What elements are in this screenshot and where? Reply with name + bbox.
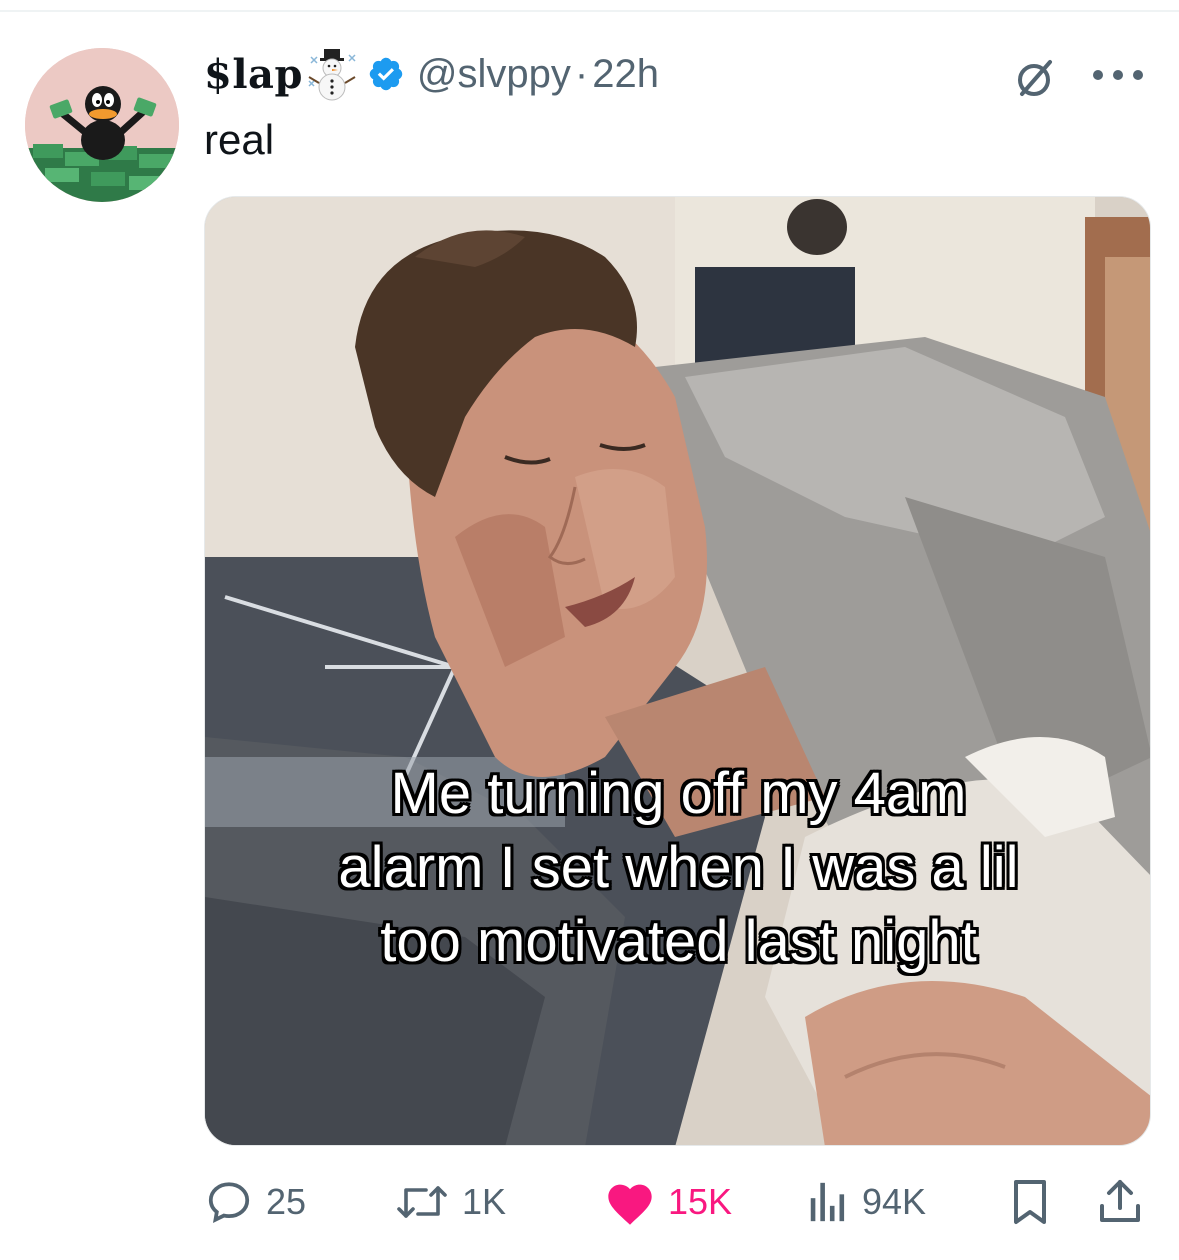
post-timestamp[interactable]: 22h: [592, 52, 659, 97]
view-count: 94K: [862, 1181, 927, 1222]
reply-button[interactable]: 25: [204, 1172, 306, 1232]
post-header: $lap @slvppy · 22h: [204, 46, 659, 102]
reply-icon: [208, 1182, 250, 1224]
separator-dot: ·: [574, 51, 589, 96]
more-icon[interactable]: [1090, 68, 1146, 82]
heart-filled-icon: [608, 1184, 652, 1225]
reply-count: 25: [266, 1181, 307, 1222]
author-handle[interactable]: @slvppy: [417, 52, 571, 97]
action-bar: 25 1K 15K 94K: [0, 1172, 1179, 1232]
daffy-duck-money-avatar-image: [25, 48, 179, 202]
grok-icon[interactable]: [1012, 56, 1056, 100]
bookmark-button[interactable]: [1010, 1172, 1050, 1232]
tweet-text: real: [204, 116, 275, 163]
repost-icon: [397, 1186, 447, 1218]
views-chart-icon: [810, 1182, 845, 1222]
display-name[interactable]: $lap: [204, 51, 303, 98]
repost-count: 1K: [462, 1181, 507, 1222]
photo-sleepy-man-with-phone: [205, 197, 1150, 1145]
views-button[interactable]: 94K: [806, 1172, 926, 1232]
caption-line: too motivated last night: [380, 909, 977, 974]
snowman-icon: [308, 49, 356, 101]
share-icon: [1100, 1180, 1140, 1222]
bookmark-icon: [1014, 1180, 1046, 1224]
tweet[interactable]: $lap @slvppy · 22h real Me turning off m…: [0, 0, 1179, 1260]
avatar[interactable]: [25, 48, 179, 202]
share-button[interactable]: [1098, 1172, 1142, 1232]
like-button[interactable]: 15K: [604, 1172, 732, 1232]
like-count: 15K: [668, 1181, 733, 1222]
caption-line: alarm I set when I was a lil: [338, 835, 1019, 900]
media-caption: Me turning off my 4am alarm I set when I…: [205, 757, 1150, 979]
repost-button[interactable]: 1K: [394, 1172, 506, 1232]
verified-badge-icon[interactable]: [367, 55, 405, 93]
caption-line: Me turning off my 4am: [390, 761, 967, 826]
post-media[interactable]: Me turning off my 4am alarm I set when I…: [204, 196, 1151, 1146]
